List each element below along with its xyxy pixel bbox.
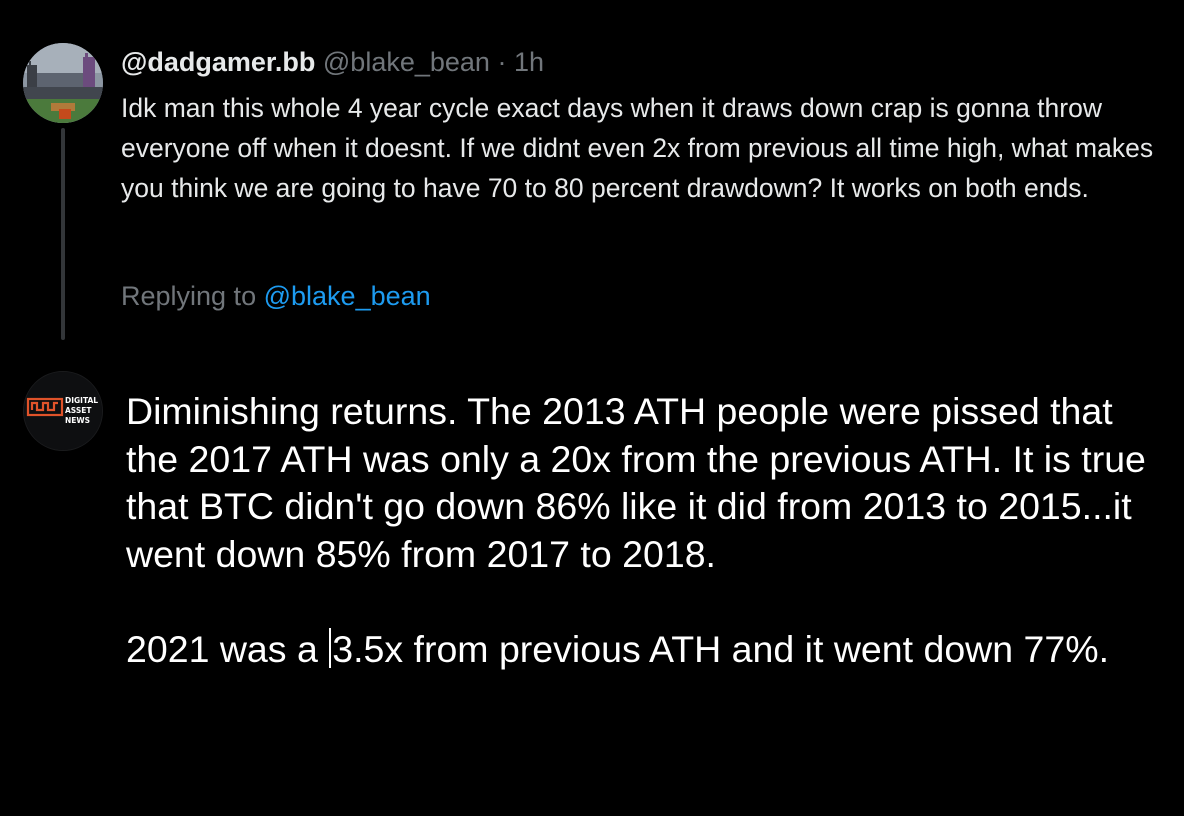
digital-asset-news-logo-icon: DIGITAL ASSET NEWS <box>24 372 102 450</box>
digital-asset-news-avatar[interactable]: DIGITAL ASSET NEWS <box>23 371 103 451</box>
reply-compose-textarea[interactable]: Diminishing returns. The 2013 ATH people… <box>126 388 1166 673</box>
replying-prefix: Replying to <box>121 281 257 311</box>
author-handle[interactable]: @blake_bean <box>323 47 490 77</box>
logo-text-line-3: NEWS <box>65 416 90 425</box>
tweet-timestamp[interactable]: 1h <box>514 47 544 77</box>
stadium-photo-avatar-icon <box>23 43 103 123</box>
reply-paragraph-2-end: 3.5x from previous ATH and it went down … <box>332 627 1110 670</box>
logo-text-line-2: ASSET <box>65 406 92 415</box>
header-separator: · <box>497 47 507 77</box>
tweet-text: Idk man this whole 4 year cycle exact da… <box>121 93 1154 203</box>
reply-paragraph-2-start: 2021 was a <box>126 627 329 670</box>
reply-paragraph-2: 2021 was a 3.5x from previous ATH and it… <box>126 626 1166 674</box>
reply-paragraph-1: Diminishing returns. The 2013 ATH people… <box>126 390 1146 575</box>
thread-connector-line <box>61 128 65 340</box>
dadgamer-avatar[interactable] <box>23 43 103 123</box>
tweet-header: @dadgamer.bb @blake_bean · 1h <box>121 42 544 82</box>
author-display-name[interactable]: @dadgamer.bb <box>121 47 315 77</box>
replying-mention-link[interactable]: @blake_bean <box>264 281 431 311</box>
replying-to: Replying to @blake_bean <box>121 276 431 316</box>
logo-text-line-1: DIGITAL <box>65 396 98 405</box>
text-cursor-caret <box>329 627 332 668</box>
